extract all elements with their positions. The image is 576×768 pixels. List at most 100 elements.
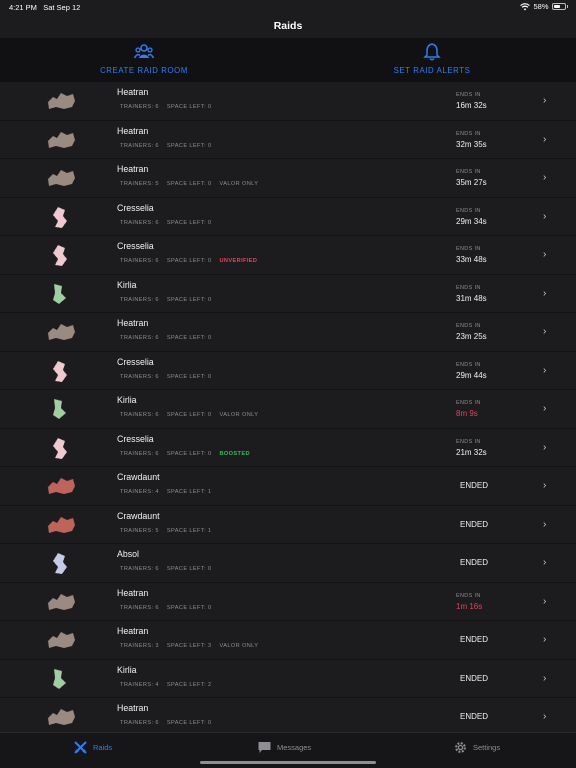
pokemon-thumbnail — [47, 92, 76, 110]
trainers-count: TRAINERS: 5 — [120, 527, 159, 534]
space-left: SPACE LEFT: 1 — [166, 489, 212, 495]
trainers-count: TRAINERS: 6 — [120, 720, 159, 726]
raid-meta: TRAINERS: 6 SPACE LEFT: 0 — [120, 720, 211, 726]
raid-row[interactable]: Kirlia TRAINERS: 6 SPACE LEFT: 0 VALOR O… — [0, 390, 576, 429]
ends-in-label: ENDS IN — [456, 323, 481, 329]
ends-in-label: ENDS IN — [456, 592, 481, 599]
raid-meta: TRAINERS: 6 SPACE LEFT: 0 — [120, 374, 211, 380]
raid-tag: VALOR ONLY — [219, 412, 259, 418]
trainers-count: TRAINERS: 6 — [120, 104, 159, 110]
space-left: SPACE LEFT: 0 — [166, 181, 212, 187]
raid-row[interactable]: Heatran TRAINERS: 5 SPACE LEFT: 0 VALOR … — [0, 159, 576, 198]
raid-meta: TRAINERS: 6 SPACE LEFT: 0 VALOR ONLY — [120, 412, 258, 418]
ends-in-time: 23m 25s — [456, 332, 487, 341]
space-left: SPACE LEFT: 0 — [166, 219, 212, 226]
raid-row[interactable]: Kirlia TRAINERS: 4 SPACE LEFT: 2 ENDED › — [0, 659, 576, 698]
trainers-count: TRAINERS: 6 — [120, 566, 159, 572]
pokemon-thumbnail — [52, 360, 68, 382]
message-icon — [258, 742, 271, 753]
raid-row[interactable]: Cresselia TRAINERS: 6 SPACE LEFT: 0 UNVE… — [0, 236, 576, 275]
chevron-right-icon: › — [543, 172, 547, 183]
tab-settings-label: Settings — [473, 743, 501, 752]
raid-meta: TRAINERS: 4 SPACE LEFT: 2 — [120, 682, 211, 688]
ends-in-label: ENDS IN — [456, 438, 481, 445]
chevron-right-icon: › — [543, 403, 547, 414]
pokemon-thumbnail — [52, 668, 67, 689]
tab-messages[interactable]: Messages — [258, 741, 311, 754]
raid-row[interactable]: Heatran TRAINERS: 6 SPACE LEFT: 0 ENDED … — [0, 698, 576, 732]
pokemon-thumbnail — [47, 477, 76, 495]
create-raid-room-button[interactable]: CREATE RAID ROOM — [0, 38, 288, 82]
space-left: SPACE LEFT: 0 — [166, 104, 212, 110]
pokemon-thumbnail — [47, 708, 76, 726]
chevron-right-icon: › — [543, 480, 547, 491]
chevron-right-icon: › — [543, 441, 547, 453]
pokemon-thumbnail — [52, 244, 68, 267]
tab-raids[interactable]: Raids — [74, 741, 112, 754]
space-left: SPACE LEFT: 0 — [166, 296, 212, 303]
chevron-right-icon: › — [543, 287, 547, 299]
trainers-count: TRAINERS: 6 — [120, 296, 159, 303]
raid-meta: TRAINERS: 6 SPACE LEFT: 0 — [120, 335, 211, 341]
pokemon-name: Absol — [117, 549, 140, 559]
ends-in-label: ENDS IN — [456, 130, 481, 137]
raid-meta: TRAINERS: 6 SPACE LEFT: 0 BOOSTED — [120, 451, 250, 457]
battery-icon — [551, 3, 566, 10]
space-left: SPACE LEFT: 0 — [166, 142, 212, 149]
ends-in-time: 1m 16s — [456, 601, 483, 611]
chevron-right-icon: › — [543, 557, 547, 568]
raid-row[interactable]: Heatran TRAINERS: 6 SPACE LEFT: 0 ENDS I… — [0, 313, 576, 352]
raid-row[interactable]: Crawdaunt TRAINERS: 4 SPACE LEFT: 1 ENDE… — [0, 467, 576, 506]
pokemon-name: Cresselia — [117, 356, 154, 367]
pokemon-name: Kirlia — [117, 279, 137, 290]
raid-row[interactable]: Heatran TRAINERS: 6 SPACE LEFT: 0 ENDS I… — [0, 120, 576, 159]
tab-settings[interactable]: Settings — [454, 741, 500, 754]
trainers-count: TRAINERS: 6 — [120, 258, 159, 264]
raid-row[interactable]: Kirlia TRAINERS: 6 SPACE LEFT: 0 ENDS IN… — [0, 274, 576, 313]
raid-row[interactable]: Cresselia TRAINERS: 6 SPACE LEFT: 0 ENDS… — [0, 351, 576, 390]
trainers-count: TRAINERS: 4 — [120, 489, 159, 495]
pokemon-thumbnail — [52, 437, 68, 459]
set-raid-alerts-button[interactable]: SET RAID ALERTS — [288, 38, 576, 82]
space-left: SPACE LEFT: 0 — [166, 373, 212, 380]
ends-in-time: 33m 48s — [456, 255, 487, 264]
pokemon-thumbnail — [52, 552, 68, 575]
raid-row[interactable]: Heatran TRAINERS: 3 SPACE LEFT: 3 VALOR … — [0, 621, 576, 660]
raid-row[interactable]: Absol TRAINERS: 6 SPACE LEFT: 0 ENDED › — [0, 544, 576, 583]
trainers-count: TRAINERS: 6 — [120, 450, 159, 457]
raid-row[interactable]: Cresselia TRAINERS: 6 SPACE LEFT: 0 BOOS… — [0, 428, 576, 467]
raid-row[interactable]: Heatran TRAINERS: 6 SPACE LEFT: 0 ENDS I… — [0, 82, 576, 121]
pokemon-name: Cresselia — [117, 433, 154, 444]
pokemon-name: Cresselia — [117, 241, 154, 251]
trainers-count: TRAINERS: 6 — [120, 373, 159, 380]
raid-meta: TRAINERS: 6 SPACE LEFT: 0 UNVERIFIED — [120, 258, 257, 264]
raid-meta: TRAINERS: 5 SPACE LEFT: 1 — [120, 528, 211, 534]
gear-icon — [455, 742, 466, 753]
pokemon-thumbnail — [52, 283, 67, 304]
space-left: SPACE LEFT: 1 — [166, 527, 212, 534]
pokemon-name: Crawdaunt — [117, 510, 160, 521]
raid-row[interactable]: Crawdaunt TRAINERS: 5 SPACE LEFT: 1 ENDE… — [0, 505, 576, 544]
chevron-right-icon: › — [543, 595, 547, 607]
ends-in-time: 8m 9s — [456, 409, 478, 418]
raid-row[interactable]: Cresselia TRAINERS: 6 SPACE LEFT: 0 ENDS… — [0, 197, 576, 236]
pokemon-thumbnail — [47, 323, 76, 341]
ends-in-time: 21m 32s — [456, 447, 487, 457]
raid-list[interactable]: Heatran TRAINERS: 6 SPACE LEFT: 0 ENDS I… — [0, 82, 576, 732]
raid-tag: BOOSTED — [219, 450, 250, 457]
raid-meta: TRAINERS: 6 SPACE LEFT: 0 — [120, 143, 211, 149]
status-time: 4:21 PM Sat Sep 12 — [9, 3, 81, 12]
bell-icon — [423, 43, 441, 61]
raid-meta: TRAINERS: 5 SPACE LEFT: 0 VALOR ONLY — [120, 181, 258, 187]
wifi-icon — [520, 2, 531, 10]
ends-in-time: 32m 35s — [456, 139, 487, 149]
ends-in-label: ENDS IN — [456, 169, 481, 175]
raid-row[interactable]: Heatran TRAINERS: 6 SPACE LEFT: 0 ENDS I… — [0, 582, 576, 621]
space-left: SPACE LEFT: 2 — [166, 681, 212, 688]
ends-in-time: 16m 32s — [456, 101, 487, 110]
ended-label: ENDED — [460, 712, 489, 721]
pokemon-name: Crawdaunt — [117, 472, 160, 482]
pokemon-name: Kirlia — [117, 395, 137, 405]
space-left: SPACE LEFT: 0 — [166, 335, 212, 341]
space-left: SPACE LEFT: 3 — [166, 643, 212, 649]
